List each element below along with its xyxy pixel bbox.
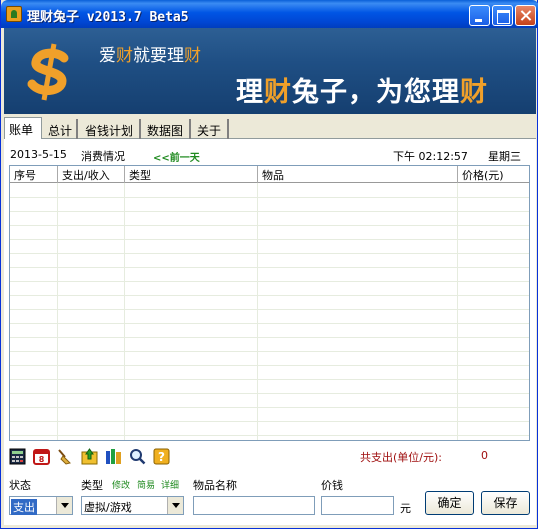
app-window: 理财兔子 v2013.7 Beta5 爱财就要理财 理财兔子，为您理财 账单 总…	[0, 0, 538, 529]
status-selected-value: 支出	[11, 499, 37, 515]
item-name-label: 物品名称	[193, 479, 237, 492]
simple-link[interactable]: 简易	[137, 478, 155, 491]
table-header: 序号 支出/收入 类型 物品 价格(元)	[10, 166, 529, 183]
total-expense-value: 0	[481, 449, 488, 462]
grid-line	[124, 183, 125, 440]
slogan-small: 爱财就要理财	[99, 46, 201, 66]
table-row[interactable]	[10, 394, 529, 408]
table-row[interactable]	[10, 198, 529, 212]
window-title: 理财兔子 v2013.7 Beta5	[27, 10, 189, 25]
section-label: 消费情况	[81, 150, 125, 163]
table-row[interactable]	[10, 366, 529, 380]
table-row[interactable]	[10, 352, 529, 366]
tab-bill[interactable]: 账单	[4, 117, 42, 139]
broom-icon[interactable]	[56, 448, 73, 465]
magnifier-icon[interactable]	[129, 448, 146, 465]
table-row[interactable]	[10, 408, 529, 422]
table-row[interactable]	[10, 422, 529, 436]
table-row[interactable]	[10, 226, 529, 240]
total-expense-label: 共支出(单位/元):	[360, 451, 442, 464]
dollar-logo-icon	[27, 43, 69, 101]
close-button[interactable]	[515, 5, 536, 26]
current-time: 下午 02:12:57	[393, 150, 468, 163]
header-banner: 爱财就要理财 理财兔子，为您理财	[4, 28, 536, 114]
table-row[interactable]	[10, 254, 529, 268]
chevron-down-icon[interactable]	[167, 497, 183, 514]
item-name-input[interactable]	[193, 496, 315, 515]
table-row[interactable]	[10, 324, 529, 338]
table-row[interactable]	[10, 268, 529, 282]
detail-link[interactable]: 详细	[161, 478, 179, 491]
price-label: 价钱	[321, 479, 343, 492]
currency-unit: 元	[400, 502, 411, 515]
save-button[interactable]: 保存	[481, 491, 530, 515]
maximize-button[interactable]	[492, 5, 513, 26]
confirm-button[interactable]: 确定	[425, 491, 474, 515]
table-row[interactable]	[10, 338, 529, 352]
table-row[interactable]	[10, 184, 529, 198]
grid-line	[57, 183, 58, 440]
chevron-down-icon[interactable]	[56, 497, 72, 514]
type-label: 类型	[81, 479, 103, 492]
tab-about[interactable]: 关于	[193, 119, 229, 139]
minimize-button[interactable]	[469, 5, 490, 26]
calculator-icon[interactable]	[9, 448, 26, 465]
tab-data-chart[interactable]: 数据图	[143, 119, 191, 139]
bill-table[interactable]: 序号 支出/收入 类型 物品 价格(元)	[9, 165, 530, 441]
tab-saving-plan[interactable]: 省钱计划	[81, 119, 141, 139]
type-select[interactable]: 虚拟/游戏	[81, 496, 184, 515]
grid-line	[457, 183, 458, 440]
table-row[interactable]	[10, 310, 529, 324]
current-date: 2013-5-15	[10, 148, 67, 161]
price-input[interactable]	[321, 496, 394, 515]
column-header-item[interactable]: 物品	[258, 166, 458, 183]
table-row[interactable]	[10, 282, 529, 296]
export-icon[interactable]	[81, 448, 98, 465]
column-header-index[interactable]: 序号	[10, 166, 58, 183]
table-row[interactable]	[10, 296, 529, 310]
status-select[interactable]: 支出	[9, 496, 73, 515]
table-row[interactable]	[10, 380, 529, 394]
table-row[interactable]	[10, 212, 529, 226]
grid-line	[257, 183, 258, 440]
books-icon[interactable]	[105, 448, 122, 465]
help-icon[interactable]: ?	[153, 448, 170, 465]
column-header-direction[interactable]: 支出/收入	[58, 166, 125, 183]
prev-day-link[interactable]: <<前一天	[153, 149, 200, 164]
weekday: 星期三	[488, 150, 521, 163]
tab-total[interactable]: 总计	[44, 119, 78, 139]
status-label: 状态	[9, 479, 31, 492]
edit-link[interactable]: 修改	[112, 478, 130, 491]
title-bar[interactable]: 理财兔子 v2013.7 Beta5	[1, 0, 538, 28]
table-row[interactable]	[10, 240, 529, 254]
rabbit-app-icon	[6, 6, 22, 22]
column-header-type[interactable]: 类型	[125, 166, 258, 183]
type-selected-value: 虚拟/游戏	[84, 501, 132, 514]
slogan-large: 理财兔子，为您理财	[236, 77, 488, 108]
svg-text:8: 8	[39, 455, 45, 464]
svg-text:?: ?	[158, 450, 165, 464]
column-header-price[interactable]: 价格(元)	[458, 166, 529, 183]
calendar-icon[interactable]: 8	[33, 448, 50, 465]
